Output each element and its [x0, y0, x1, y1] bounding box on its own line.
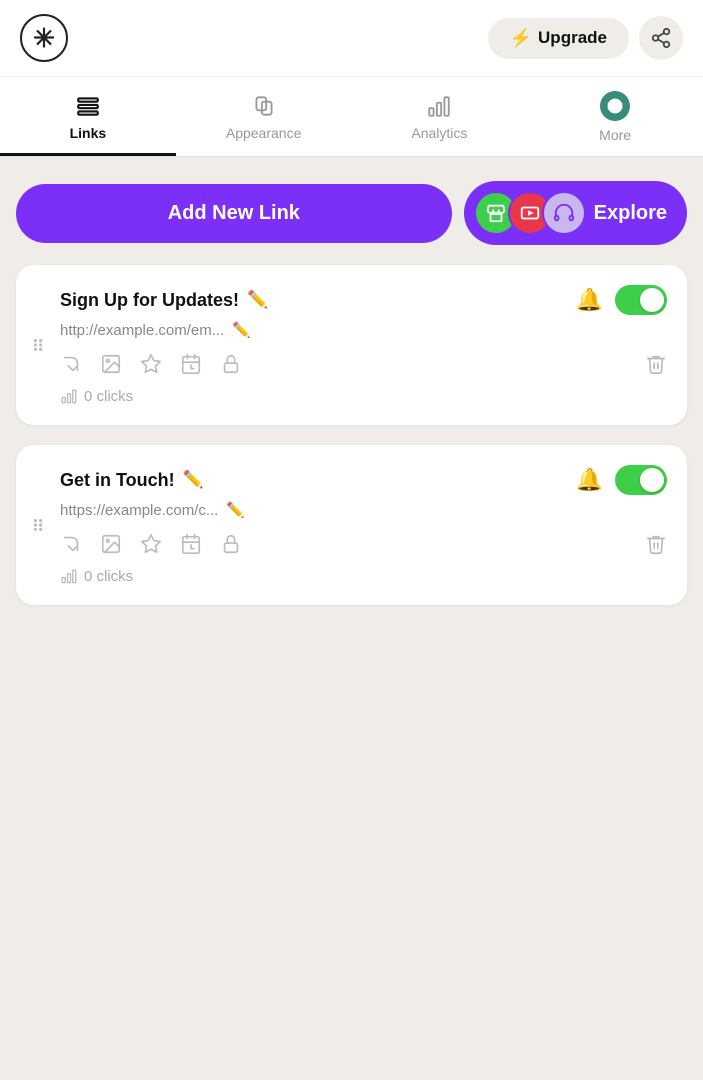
card-action-icons-1: [60, 353, 242, 375]
card-url-1: http://example.com/em...: [60, 322, 224, 339]
header: ✳ ⚡ Upgrade: [0, 0, 703, 77]
star-icon-1[interactable]: [140, 353, 162, 375]
upgrade-label: Upgrade: [538, 28, 607, 48]
title-edit-icon-1[interactable]: ✏️: [247, 290, 268, 310]
clicks-1: 0 clicks: [84, 388, 133, 405]
store-icon: [485, 202, 507, 224]
explore-icon-headphone: [542, 191, 586, 235]
nav-tabs: Links Appearance Analytics More: [0, 77, 703, 157]
add-new-link-label: Add New Link: [168, 202, 300, 224]
redirect-icon-1[interactable]: [60, 353, 82, 375]
lock-icon-1[interactable]: [220, 353, 242, 375]
card-actions-1: [60, 353, 667, 375]
appearance-icon: [251, 93, 277, 119]
schedule-icon-1[interactable]: [180, 353, 202, 375]
toggle-2[interactable]: [615, 465, 667, 495]
card-content-2: Get in Touch! ✏️ 🔔 https://example.com/c…: [60, 465, 667, 585]
links-icon: [75, 93, 101, 119]
globe-icon-wrap: [600, 91, 630, 121]
explore-button[interactable]: Explore: [464, 181, 687, 245]
tab-more[interactable]: More: [527, 77, 703, 156]
card-title-2: Get in Touch!: [60, 470, 175, 491]
title-edit-icon-2[interactable]: ✏️: [183, 470, 204, 490]
add-new-link-button[interactable]: Add New Link: [16, 184, 452, 243]
link-card-1: Sign Up for Updates! ✏️ 🔔 http://example…: [16, 265, 687, 425]
stats-icon-2: [60, 567, 78, 585]
headphone-icon: [553, 202, 575, 224]
drag-dots-icon-2: [31, 514, 45, 536]
upgrade-button[interactable]: ⚡ Upgrade: [488, 18, 629, 59]
card-title-row-1: Sign Up for Updates! ✏️: [60, 290, 268, 311]
share-button[interactable]: [639, 16, 683, 60]
toggle-1[interactable]: [615, 285, 667, 315]
tab-more-label: More: [599, 127, 631, 143]
stats-icon-1: [60, 387, 78, 405]
main-content: Add New Link: [0, 157, 703, 629]
action-row: Add New Link: [16, 181, 687, 245]
schedule-icon-2[interactable]: [180, 533, 202, 555]
drag-dots-icon: [31, 334, 45, 356]
drag-handle-1[interactable]: [16, 285, 60, 405]
url-edit-icon-2[interactable]: ✏️: [226, 501, 245, 519]
card-url-2: https://example.com/c...: [60, 502, 218, 519]
card-action-icons-2: [60, 533, 242, 555]
card-stats-2: 0 clicks: [60, 567, 667, 585]
drag-handle-2[interactable]: [16, 465, 60, 585]
bell-icon-1[interactable]: 🔔: [576, 287, 603, 313]
header-right: ⚡ Upgrade: [488, 16, 683, 60]
delete-icon-2[interactable]: [645, 533, 667, 555]
image-icon-1[interactable]: [100, 353, 122, 375]
card-top-1: Sign Up for Updates! ✏️ 🔔: [60, 285, 667, 315]
link-card-2: Get in Touch! ✏️ 🔔 https://example.com/c…: [16, 445, 687, 605]
card-url-row-2: https://example.com/c... ✏️: [60, 501, 667, 519]
toggle-knob-2: [640, 468, 664, 492]
explore-icons: [474, 191, 586, 235]
card-top-right-1: 🔔: [576, 285, 667, 315]
card-title-1: Sign Up for Updates!: [60, 290, 239, 311]
tab-appearance[interactable]: Appearance: [176, 77, 352, 156]
delete-icon-1[interactable]: [645, 353, 667, 375]
tab-links[interactable]: Links: [0, 77, 176, 156]
lock-icon-2[interactable]: [220, 533, 242, 555]
redirect-icon-2[interactable]: [60, 533, 82, 555]
bell-icon-2[interactable]: 🔔: [576, 467, 603, 493]
explore-label: Explore: [594, 202, 667, 225]
card-actions-2: [60, 533, 667, 555]
card-title-row-2: Get in Touch! ✏️: [60, 470, 204, 491]
star-icon-2[interactable]: [140, 533, 162, 555]
tab-analytics-label: Analytics: [411, 125, 467, 141]
card-content-1: Sign Up for Updates! ✏️ 🔔 http://example…: [60, 285, 667, 405]
analytics-icon: [426, 93, 452, 119]
clicks-2: 0 clicks: [84, 568, 133, 585]
image-icon-2[interactable]: [100, 533, 122, 555]
share-icon: [650, 27, 672, 49]
tab-links-label: Links: [70, 125, 107, 141]
tab-appearance-label: Appearance: [226, 125, 302, 141]
video-icon: [519, 202, 541, 224]
bolt-icon: ⚡: [510, 28, 532, 49]
logo: ✳: [20, 14, 68, 62]
card-url-row-1: http://example.com/em... ✏️: [60, 321, 667, 339]
url-edit-icon-1[interactable]: ✏️: [232, 321, 251, 339]
card-stats-1: 0 clicks: [60, 387, 667, 405]
card-top-right-2: 🔔: [576, 465, 667, 495]
globe-icon: [606, 97, 624, 115]
tab-analytics[interactable]: Analytics: [352, 77, 528, 156]
toggle-knob-1: [640, 288, 664, 312]
card-top-2: Get in Touch! ✏️ 🔔: [60, 465, 667, 495]
logo-symbol: ✳: [33, 23, 55, 54]
